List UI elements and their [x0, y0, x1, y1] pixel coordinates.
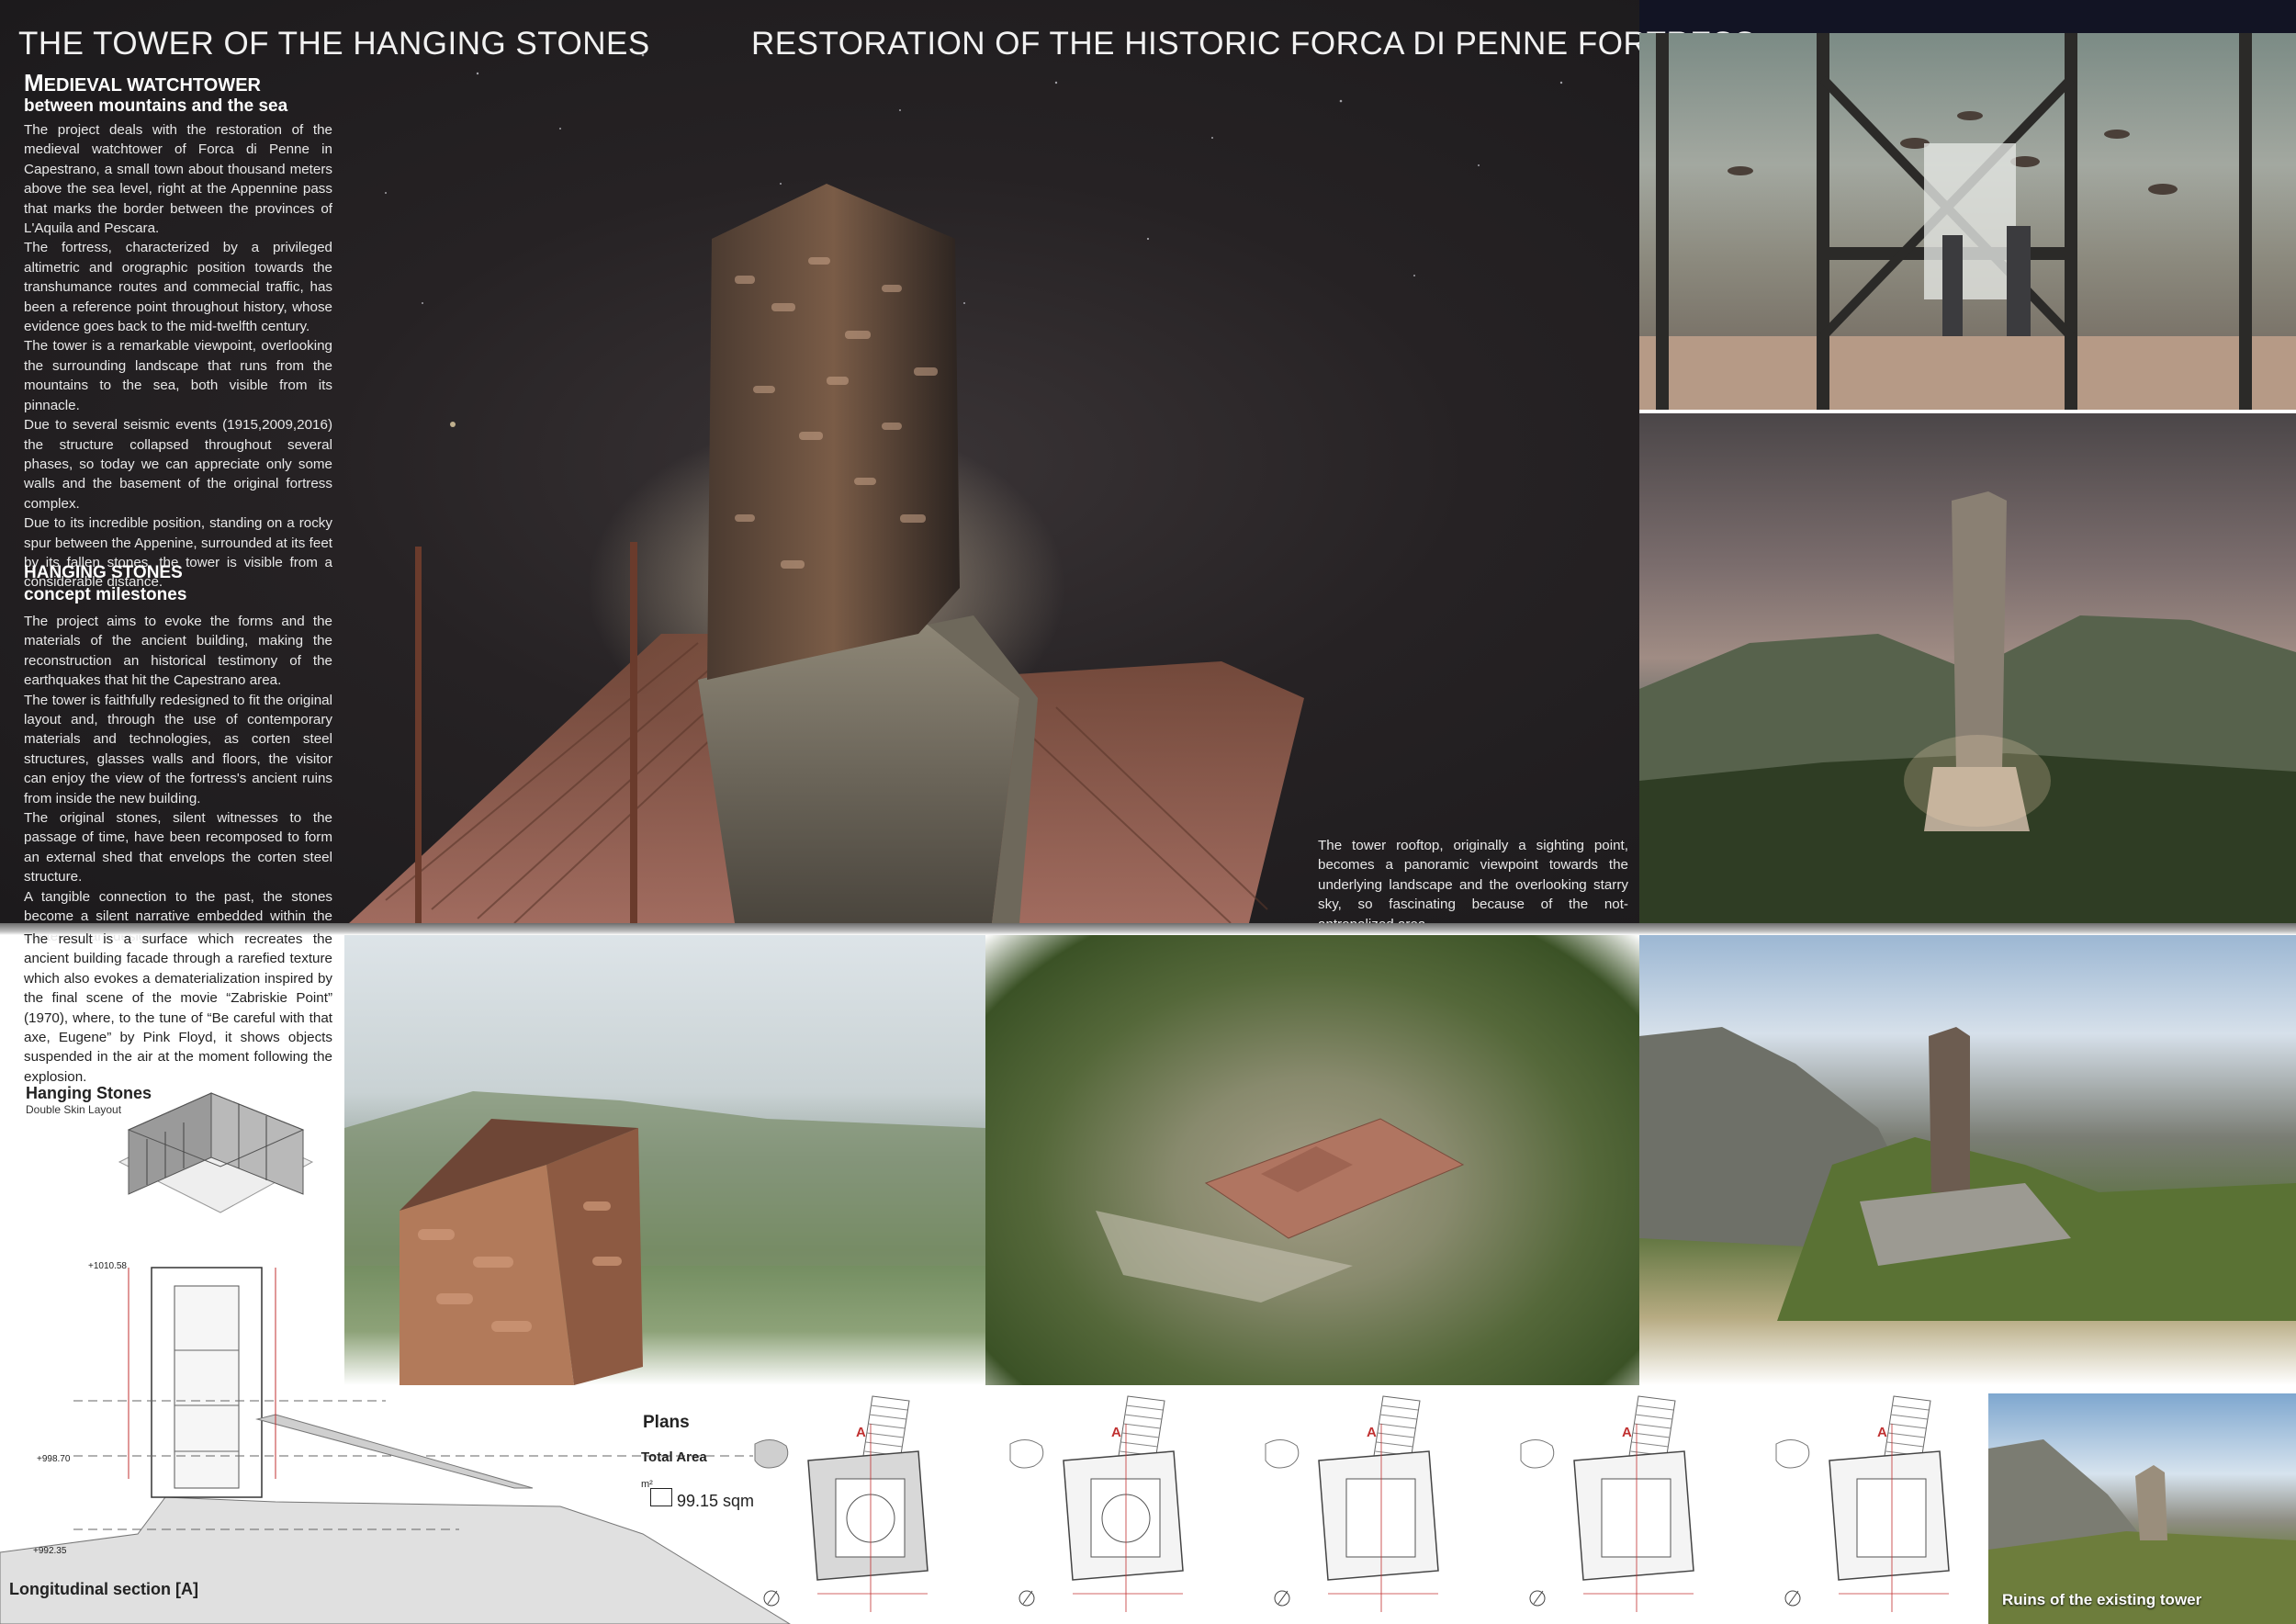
stair-tread: [1636, 1404, 1674, 1411]
main-title: THE TOWER OF THE HANGING STONES: [18, 26, 650, 62]
plan-inner-room: [1345, 1478, 1416, 1558]
stair-tread: [1633, 1432, 1671, 1438]
interior-render: [1639, 33, 2296, 410]
stair-tread: [867, 1432, 905, 1438]
rooftop-render-photo: [344, 935, 985, 1385]
rooftop-caption: The tower rooftop, originally a sighting…: [1318, 838, 1628, 932]
stair-tread: [865, 1441, 903, 1448]
stair-tread: [870, 1404, 908, 1411]
stair-tread: [1379, 1414, 1417, 1420]
floor-plans-row: AAAAA: [744, 1387, 1984, 1624]
stair-tread: [1890, 1414, 1928, 1420]
rooftop-render-illustration: [344, 1091, 985, 1385]
concept-continuation: The result is a surface which recreates …: [24, 931, 332, 1085]
evening-tower-photo: [1639, 413, 2296, 923]
intro-paragraph: The project deals with the restoration o…: [24, 122, 332, 237]
intro-heading: MEDIEVAL WATCHTOWER: [24, 69, 332, 96]
section-marker-label: A: [1111, 1425, 1121, 1440]
ruins-caption: Ruins of the existing tower: [2002, 1591, 2202, 1608]
elevation-mid: +998.70: [37, 1454, 71, 1464]
floor-plan: A: [1510, 1387, 1758, 1624]
ruins-illustration: [1988, 1439, 2296, 1624]
concept-section: HANGING STONES concept milestones The pr…: [24, 562, 332, 946]
stair-tread: [1378, 1432, 1415, 1438]
section-marker-label: A: [1367, 1425, 1377, 1440]
plans-title: Plans: [643, 1413, 690, 1432]
floor-plan: A: [1765, 1387, 2013, 1624]
floor-plan-drawing: A: [1265, 1395, 1439, 1612]
section-marker-label: A: [1622, 1425, 1632, 1440]
stair-tread: [1125, 1404, 1164, 1411]
floor-plan: A: [744, 1387, 992, 1624]
plan-inner-room: [1856, 1478, 1927, 1558]
intro-paragraph: The fortress, characterized by a privile…: [24, 240, 332, 335]
floor-plan: A: [999, 1387, 1247, 1624]
stair-tread: [1889, 1423, 1927, 1429]
concept-heading: HANGING STONES: [24, 563, 183, 582]
stair-tread: [1376, 1441, 1413, 1448]
north-arrow-icon: [763, 1590, 780, 1607]
rock-outline: [1265, 1439, 1300, 1469]
intro-subheading: between mountains and the sea: [24, 96, 288, 116]
subtitle: RESTORATION OF THE HISTORIC FORCA DI PEN…: [751, 26, 1756, 62]
aerial-photo-illustration: [1096, 1118, 1465, 1303]
stair-tread: [1379, 1423, 1416, 1429]
concept-subheading: concept milestones: [24, 585, 187, 604]
floor-plan-drawing: A: [1775, 1395, 1950, 1612]
stair-tread: [1886, 1441, 1924, 1448]
double-skin-axonometric: [118, 1092, 314, 1213]
landscape-photo: [1639, 935, 2296, 1385]
rock-outline: [1009, 1439, 1044, 1469]
stair-tread: [869, 1414, 906, 1420]
rock-outline: [754, 1439, 789, 1469]
elevation-bottom: +992.35: [33, 1546, 67, 1556]
north-arrow-icon: [1784, 1590, 1801, 1607]
intro-paragraph: Due to several seismic events (1915,2009…: [24, 417, 332, 512]
floor-plan: A: [1255, 1387, 1503, 1624]
stair-tread: [1891, 1404, 1930, 1411]
aerial-photo: [985, 935, 1639, 1385]
north-arrow-icon: [1274, 1590, 1290, 1607]
stair-tread: [1122, 1432, 1160, 1438]
stair-tread: [1120, 1441, 1158, 1448]
intro-heading-initial: M: [24, 69, 44, 96]
stair-tread: [1634, 1423, 1671, 1429]
stair-tread: [1124, 1414, 1162, 1420]
area-icon: [650, 1488, 672, 1506]
stair-tread: [868, 1423, 906, 1429]
intro-paragraph: The tower is a remarkable viewpoint, ove…: [24, 338, 332, 413]
total-area-value: 99.15 sqm: [677, 1492, 755, 1510]
stair-tread: [1888, 1432, 1926, 1438]
evening-tower-illustration: [1639, 491, 2296, 923]
stair-tread: [1123, 1423, 1161, 1429]
section-marker-label: A: [856, 1425, 866, 1440]
stair-tread: [1631, 1441, 1669, 1448]
floor-plan-drawing: A: [1009, 1395, 1184, 1612]
interior-render-illustration: [1639, 33, 2296, 410]
rock-outline: [1775, 1439, 1810, 1469]
north-arrow-icon: [1019, 1590, 1035, 1607]
stair-tread: [1635, 1414, 1672, 1420]
intro-heading-rest: EDIEVAL WATCHTOWER: [43, 75, 261, 96]
stair-tread: [1380, 1404, 1419, 1411]
north-arrow-icon: [1529, 1590, 1546, 1607]
concept-paragraph: The project aims to evoke the forms and …: [24, 614, 332, 689]
concept-paragraph: The original stones, silent witnesses to…: [24, 810, 332, 885]
floor-plan-drawing: A: [1520, 1395, 1694, 1612]
section-label: Longitudinal section [A]: [9, 1580, 198, 1598]
intro-section: MEDIEVAL WATCHTOWER between mountains an…: [24, 69, 332, 592]
concept-paragraph: The tower is faithfully redesigned to fi…: [24, 692, 332, 806]
total-area-label: Total Area: [641, 1449, 707, 1465]
plan-inner-room: [1601, 1478, 1671, 1558]
divider-band: [0, 923, 2296, 935]
rock-outline: [1520, 1439, 1555, 1469]
landscape-illustration: [1639, 1027, 2296, 1321]
ruins-photo: [1988, 1393, 2296, 1624]
section-marker-label: A: [1877, 1425, 1887, 1440]
floor-plan-drawing: A: [754, 1395, 929, 1612]
elevation-top: +1010.58: [88, 1261, 127, 1271]
